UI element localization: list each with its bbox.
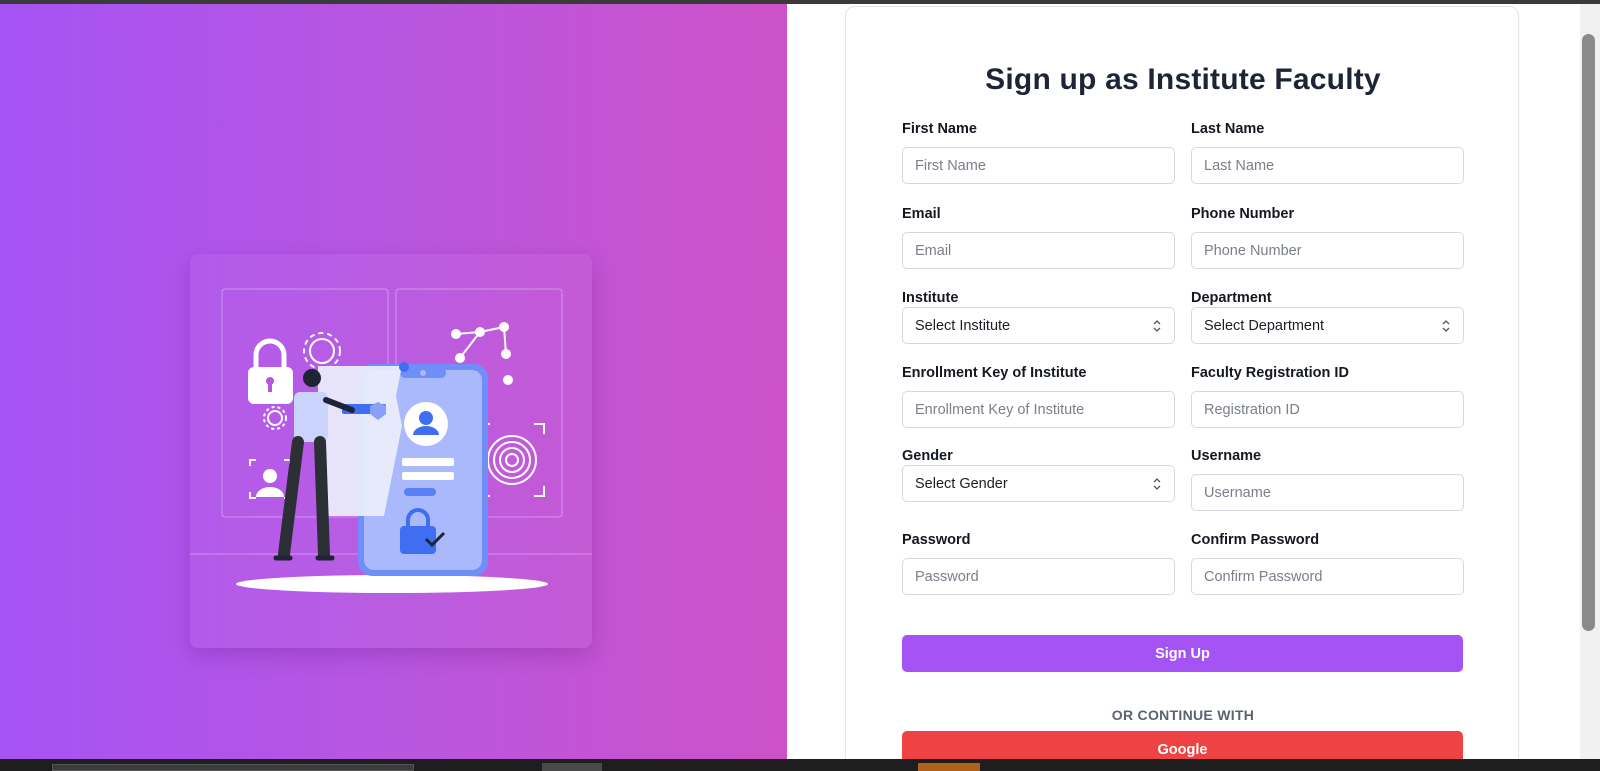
department-selected-value: Select Department — [1204, 317, 1325, 334]
enrollment-key-input[interactable] — [902, 391, 1175, 428]
email-input[interactable] — [902, 232, 1175, 269]
chevron-up-down-icon — [1153, 477, 1161, 490]
fingerprint-icon — [479, 423, 545, 497]
last-name-input[interactable] — [1191, 147, 1464, 184]
username-label: Username — [1191, 448, 1262, 464]
security-login-illustration — [190, 288, 592, 593]
first-name-label: First Name — [902, 121, 977, 137]
institute-selected-value: Select Institute — [915, 317, 1011, 334]
signup-form-card: Sign up as Institute Faculty First Name … — [845, 6, 1519, 759]
gender-selected-value: Select Gender — [915, 475, 1008, 492]
right-form-panel: Sign up as Institute Faculty First Name … — [787, 4, 1580, 759]
left-gradient-panel — [0, 4, 787, 759]
faculty-reg-id-field: Faculty Registration ID — [1191, 365, 1464, 428]
last-name-label: Last Name — [1191, 121, 1265, 137]
first-name-input[interactable] — [902, 147, 1175, 184]
password-input[interactable] — [902, 558, 1175, 595]
email-field: Email — [902, 206, 1175, 269]
username-input[interactable] — [1191, 474, 1464, 511]
department-select[interactable]: Select Department — [1191, 307, 1464, 344]
first-name-field: First Name — [902, 121, 1175, 184]
gender-select[interactable]: Select Gender — [902, 465, 1175, 502]
user-icon — [249, 459, 291, 499]
taskbar-window-item[interactable] — [542, 763, 602, 771]
confirm-password-input[interactable] — [1191, 558, 1464, 595]
faculty-reg-id-label: Faculty Registration ID — [1191, 365, 1349, 381]
or-continue-with-divider: OR CONTINUE WITH — [1111, 707, 1255, 723]
page-title: Sign up as Institute Faculty — [985, 63, 1381, 96]
taskbar-window-item[interactable] — [918, 763, 980, 771]
phone-field: Phone Number — [1191, 206, 1464, 269]
chevron-up-down-icon — [1153, 319, 1161, 332]
chevron-up-down-icon — [1442, 319, 1450, 332]
gender-field: Gender Select Gender — [902, 448, 1175, 502]
taskbar-window-item[interactable] — [52, 764, 414, 771]
confirm-password-label: Confirm Password — [1191, 532, 1320, 548]
phone-label: Phone Number — [1191, 206, 1295, 222]
padlock-icon — [248, 338, 293, 404]
password-label: Password — [902, 532, 971, 548]
phone-input[interactable] — [1191, 232, 1464, 269]
enrollment-key-label: Enrollment Key of Institute — [902, 365, 1087, 381]
email-label: Email — [902, 206, 941, 222]
password-field: Password — [902, 532, 1175, 595]
faculty-reg-id-input[interactable] — [1191, 391, 1464, 428]
last-name-field: Last Name — [1191, 121, 1464, 184]
browser-viewport: Sign up as Institute Faculty First Name … — [0, 4, 1580, 759]
department-field: Department Select Department — [1191, 290, 1464, 344]
illustration-card — [190, 254, 592, 648]
sign-up-button[interactable]: Sign Up — [902, 635, 1463, 672]
username-field: Username — [1191, 448, 1464, 511]
enrollment-key-field: Enrollment Key of Institute — [902, 365, 1175, 428]
institute-field: Institute Select Institute — [902, 290, 1175, 344]
institute-select[interactable]: Select Institute — [902, 307, 1175, 344]
confirm-password-field: Confirm Password — [1191, 532, 1464, 595]
google-signin-button[interactable]: Google — [902, 731, 1463, 759]
scrollbar-thumb[interactable] — [1582, 34, 1595, 631]
